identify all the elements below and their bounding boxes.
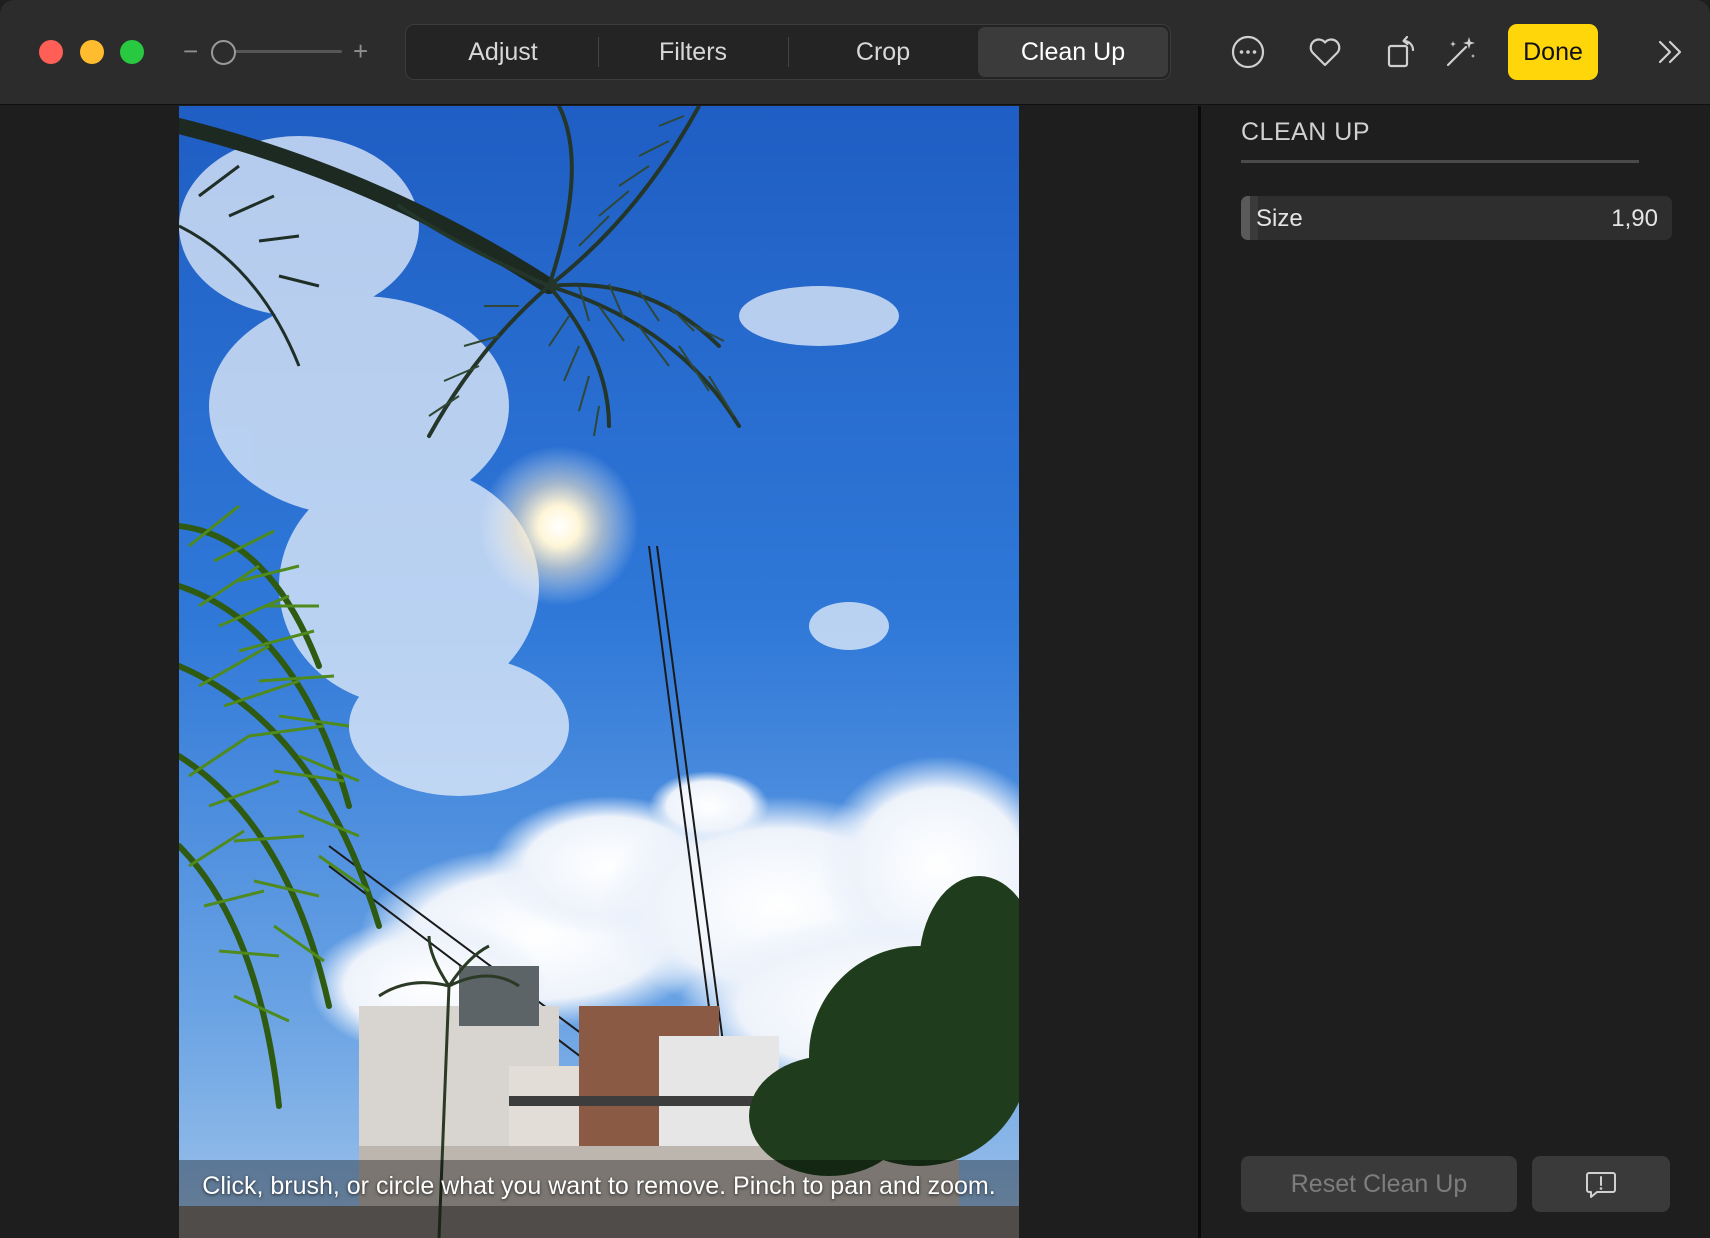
zoom-slider-knob[interactable] xyxy=(211,40,236,65)
brush-size-slider[interactable]: Size 1,90 xyxy=(1241,196,1672,240)
more-options-icon[interactable] xyxy=(1226,30,1270,74)
report-feedback-button[interactable] xyxy=(1532,1156,1670,1212)
auto-enhance-icon[interactable] xyxy=(1438,30,1482,74)
zoom-in-button[interactable]: + xyxy=(353,34,368,68)
tab-clean-up[interactable]: Clean Up xyxy=(978,27,1168,77)
size-label: Size xyxy=(1256,205,1303,232)
panel-title: CLEAN UP xyxy=(1241,118,1371,146)
toolbar: − + Adjust Filters Crop Clean Up Done xyxy=(0,0,1710,105)
size-value: 1,90 xyxy=(1611,205,1658,232)
edit-mode-tabs: Adjust Filters Crop Clean Up xyxy=(405,24,1171,80)
rotate-icon[interactable] xyxy=(1380,30,1424,74)
size-slider-handle[interactable] xyxy=(1241,196,1250,240)
clean-up-panel: CLEAN UP Size 1,90 Reset Clean Up xyxy=(1201,106,1710,1238)
minimize-window-button[interactable] xyxy=(80,40,104,64)
clean-up-hint: Click, brush, or circle what you want to… xyxy=(179,1160,1019,1238)
done-button[interactable]: Done xyxy=(1508,24,1598,80)
close-window-button[interactable] xyxy=(39,40,63,64)
tab-adjust[interactable]: Adjust xyxy=(408,27,598,77)
fullscreen-window-button[interactable] xyxy=(120,40,144,64)
photos-edit-window: − + Adjust Filters Crop Clean Up Done Cl… xyxy=(0,0,1710,1238)
favorite-heart-icon[interactable] xyxy=(1303,30,1347,74)
photo-canvas[interactable]: Click, brush, or circle what you want to… xyxy=(0,106,1198,1238)
panel-title-underline xyxy=(1241,160,1639,163)
tab-crop[interactable]: Crop xyxy=(788,27,978,77)
tab-filters[interactable]: Filters xyxy=(598,27,788,77)
zoom-out-button[interactable]: − xyxy=(183,34,198,68)
expand-chevrons-icon[interactable] xyxy=(1648,30,1692,74)
feedback-bubble-icon xyxy=(1586,1172,1616,1198)
reset-clean-up-button[interactable]: Reset Clean Up xyxy=(1241,1156,1517,1212)
edited-photo[interactable] xyxy=(179,106,1019,1238)
